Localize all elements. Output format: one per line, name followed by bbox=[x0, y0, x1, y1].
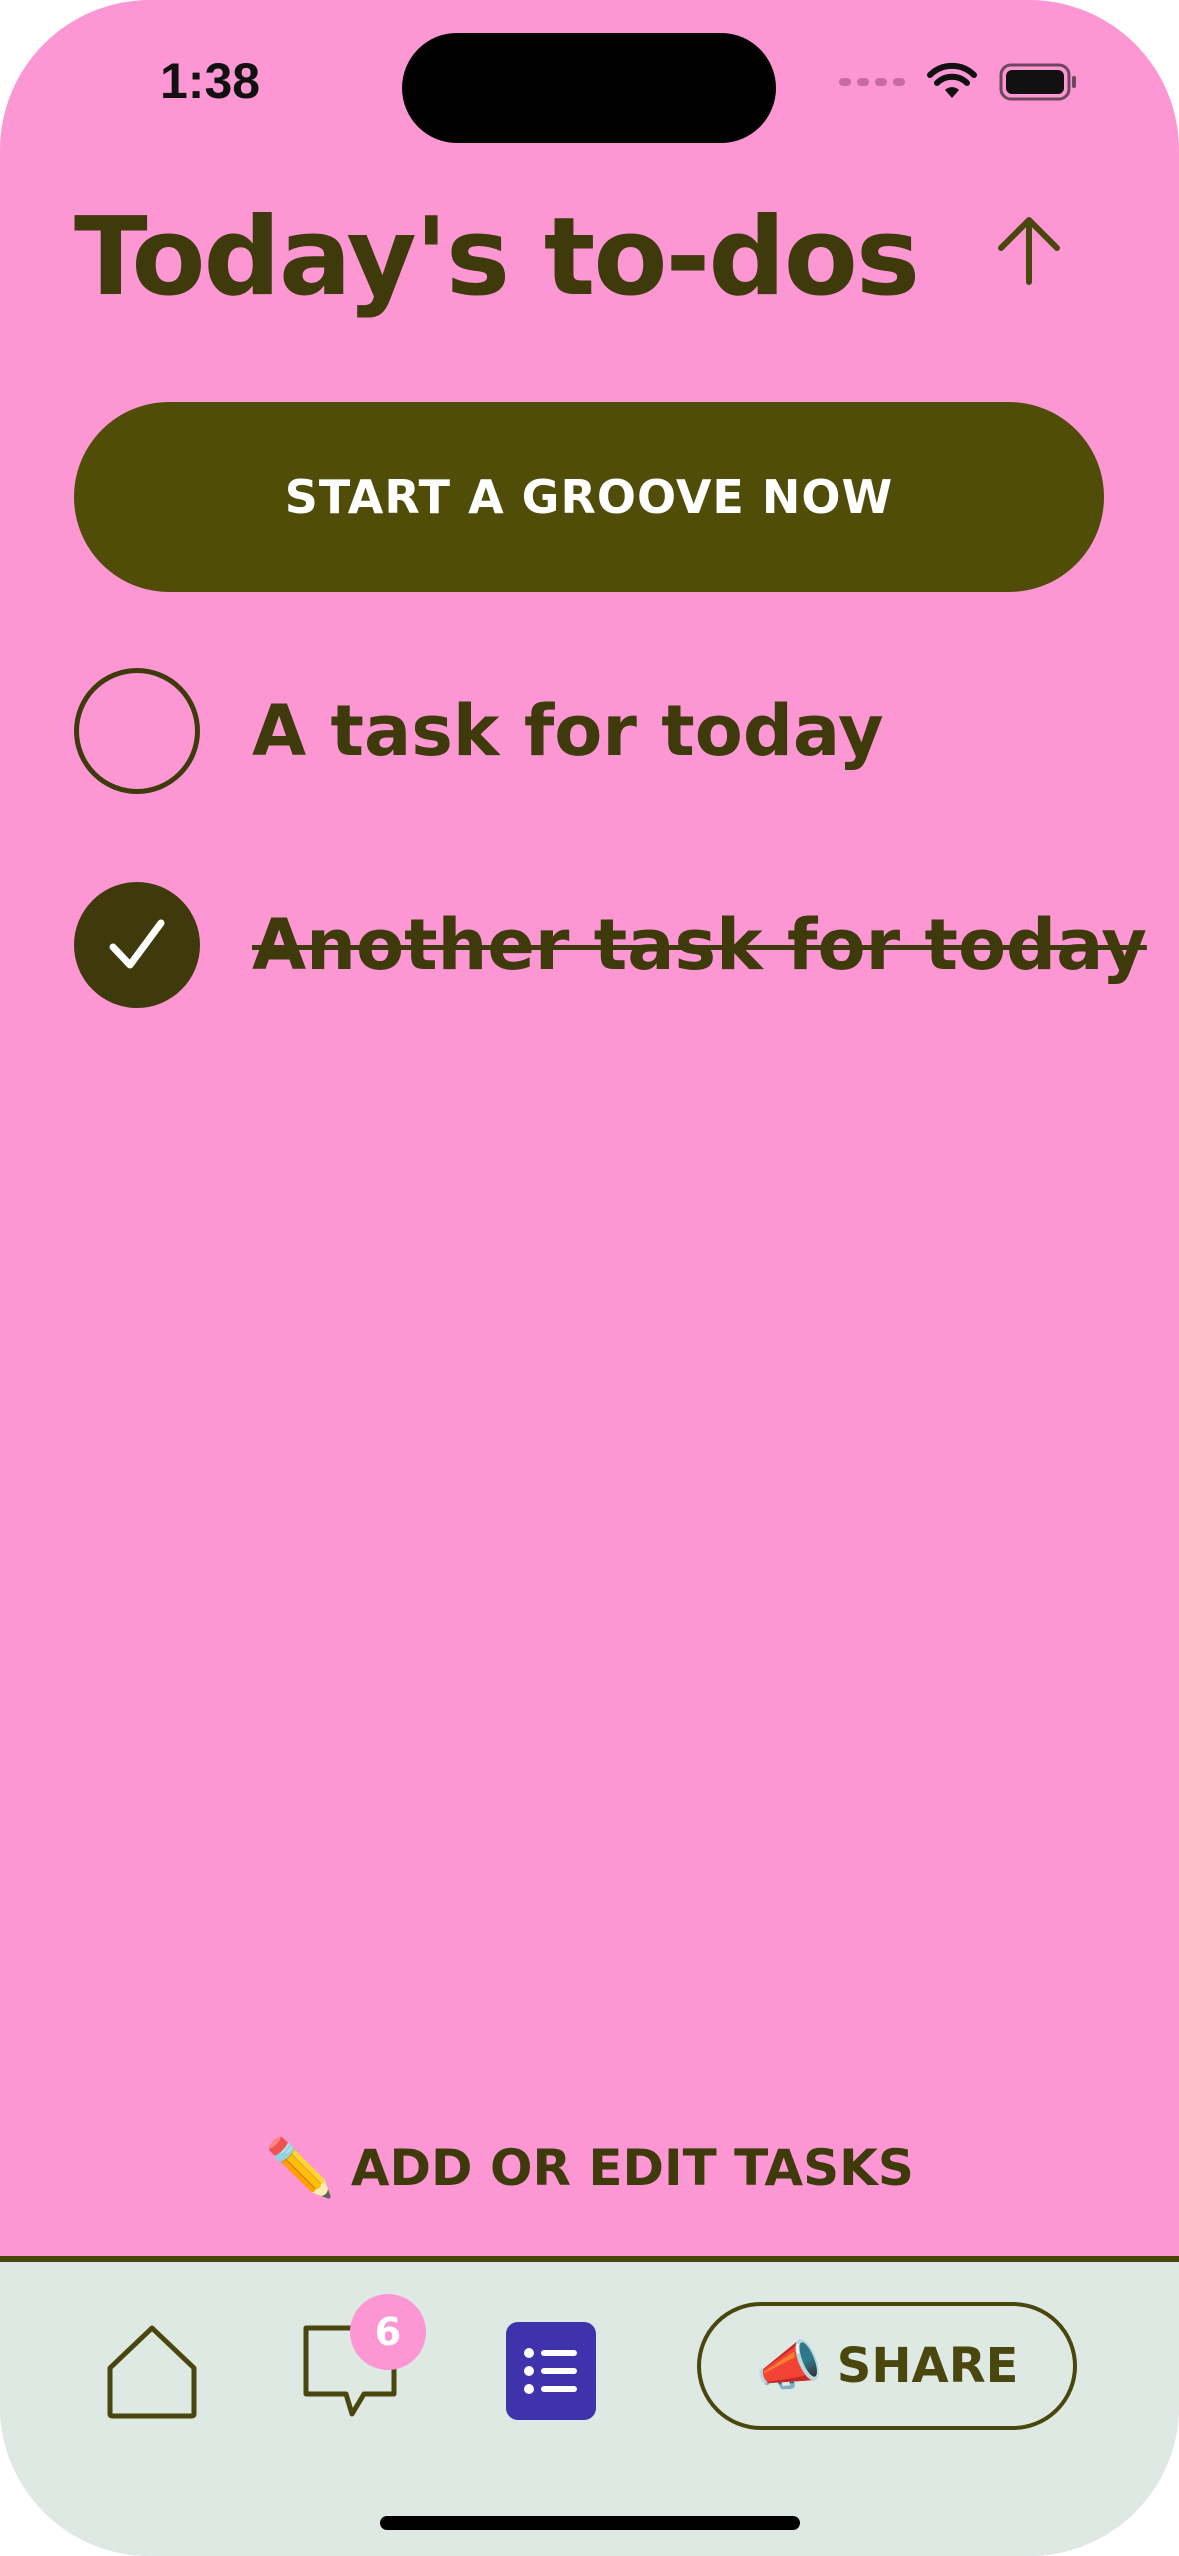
page-title: Today's to-dos bbox=[74, 195, 920, 320]
list-glyph bbox=[524, 2348, 577, 2394]
home-indicator[interactable] bbox=[380, 2516, 800, 2530]
battery-icon bbox=[999, 63, 1076, 101]
status-icons bbox=[839, 62, 1079, 102]
task-checkbox-checked[interactable] bbox=[74, 882, 200, 1008]
add-edit-tasks-link[interactable]: ✏️ ADD OR EDIT TASKS bbox=[0, 2135, 1179, 2201]
notification-badge: 6 bbox=[350, 2294, 426, 2370]
status-time: 1:38 bbox=[160, 53, 261, 109]
app-screen: 1:38 Today's to-dos START A GROOVE NOW A… bbox=[0, 0, 1179, 2556]
task-item[interactable]: A task for today bbox=[74, 668, 884, 794]
start-groove-button[interactable]: START A GROOVE NOW bbox=[74, 402, 1104, 592]
add-edit-label: ADD OR EDIT TASKS bbox=[350, 2139, 914, 2197]
task-label: Another task for today bbox=[252, 904, 1147, 986]
megaphone-icon: 📣 bbox=[755, 2334, 823, 2397]
checkmark-icon bbox=[109, 919, 165, 969]
wifi-icon bbox=[927, 62, 977, 98]
home-icon[interactable] bbox=[104, 2322, 200, 2422]
task-item[interactable]: Another task for today bbox=[74, 882, 1147, 1008]
list-icon[interactable] bbox=[506, 2322, 596, 2420]
task-label: A task for today bbox=[252, 690, 884, 772]
task-checkbox[interactable] bbox=[74, 668, 200, 794]
bottom-tab-bar: 6 📣 SHARE bbox=[0, 2256, 1179, 2556]
pencil-icon: ✏️ bbox=[265, 2136, 335, 2201]
share-label: SHARE bbox=[836, 2338, 1019, 2394]
share-button[interactable]: 📣 SHARE bbox=[697, 2302, 1077, 2430]
arrow-up-icon[interactable] bbox=[989, 210, 1069, 290]
dynamic-island bbox=[402, 33, 776, 143]
cellular-signal-icon bbox=[839, 78, 905, 86]
